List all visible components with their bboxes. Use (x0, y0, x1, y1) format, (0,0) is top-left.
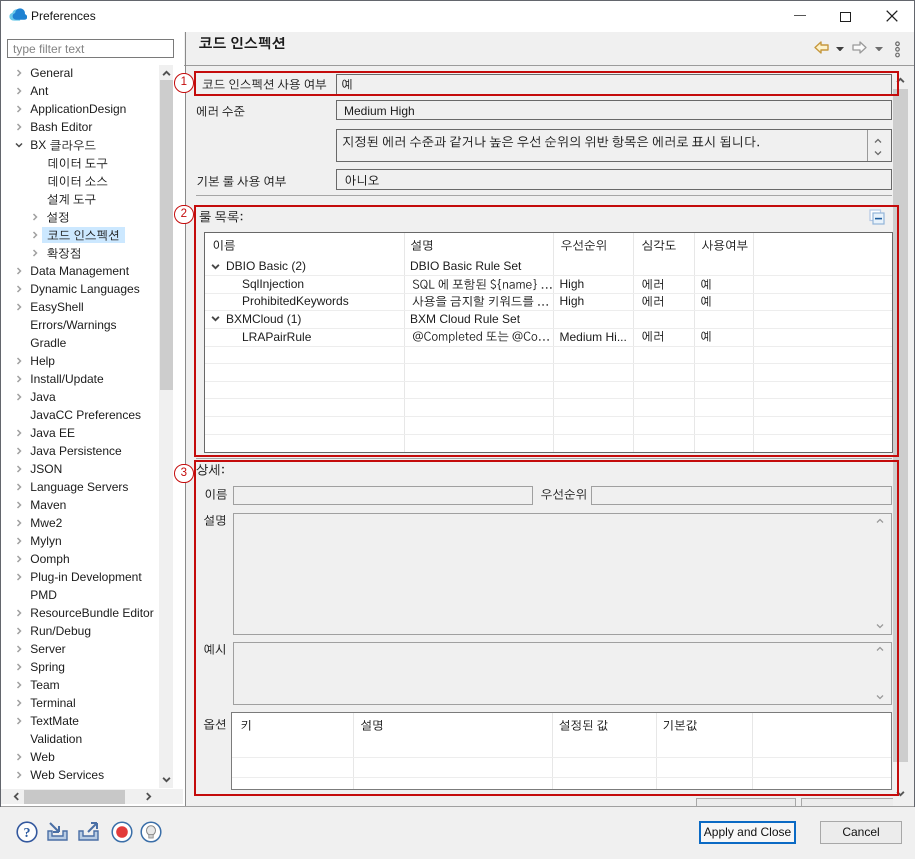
svg-text:?: ? (24, 826, 31, 841)
